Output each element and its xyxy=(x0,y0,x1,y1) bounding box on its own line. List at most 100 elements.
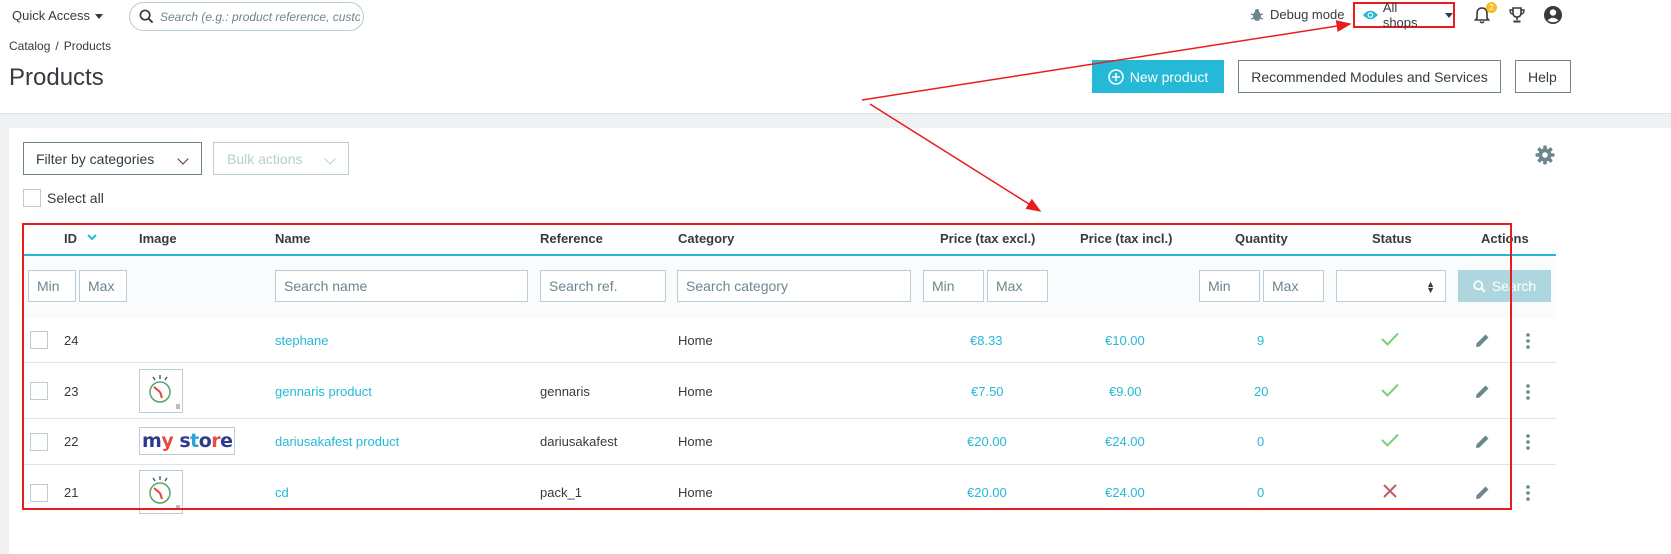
check-icon[interactable] xyxy=(1381,332,1399,346)
row-reference: gennaris xyxy=(540,384,590,399)
column-header-category[interactable]: Category xyxy=(678,231,734,246)
notification-badge: 2 xyxy=(1486,2,1497,13)
check-icon[interactable] xyxy=(1381,383,1399,397)
row-name-link[interactable]: gennaris product xyxy=(275,384,372,399)
my-store-logo-thumbnail[interactable]: my store xyxy=(139,427,235,455)
column-header-quantity[interactable]: Quantity xyxy=(1235,231,1288,246)
caret-down-icon xyxy=(95,14,104,20)
row-price-incl[interactable]: €24.00 xyxy=(1105,434,1145,449)
row-reference: pack_1 xyxy=(540,485,582,500)
check-icon[interactable] xyxy=(1381,433,1399,447)
column-header-id[interactable]: ID xyxy=(64,231,77,246)
top-bar: Quick Access Debug mode All shops 2 xyxy=(0,0,1671,33)
row-category: Home xyxy=(678,384,713,399)
cross-icon[interactable] xyxy=(1383,484,1397,498)
kebab-menu-icon[interactable] xyxy=(1526,384,1530,400)
row-price-incl[interactable]: €10.00 xyxy=(1105,333,1145,348)
column-header-actions: Actions xyxy=(1481,231,1529,246)
user-avatar-icon[interactable] xyxy=(1543,5,1563,25)
row-price-incl[interactable]: €24.00 xyxy=(1105,485,1145,500)
row-id: 24 xyxy=(64,333,79,348)
row-name-link[interactable]: cd xyxy=(275,485,289,500)
sort-desc-icon[interactable] xyxy=(87,234,97,241)
breadcrumb-products[interactable]: Products xyxy=(64,39,111,53)
row-quantity[interactable]: 9 xyxy=(1257,333,1264,348)
row-price-excl[interactable]: €20.00 xyxy=(967,485,1007,500)
status-filter-select[interactable]: ▲ ▼ xyxy=(1336,270,1446,302)
column-header-price-excl[interactable]: Price (tax excl.) xyxy=(940,231,1035,246)
pencil-icon[interactable] xyxy=(1475,434,1490,449)
help-button[interactable]: Help xyxy=(1515,60,1571,93)
row-quantity[interactable]: 0 xyxy=(1257,485,1264,500)
kebab-menu-icon[interactable] xyxy=(1526,333,1530,349)
header-search-input[interactable] xyxy=(160,7,360,27)
id-min-input[interactable] xyxy=(28,270,76,302)
row-category: Home xyxy=(678,333,713,348)
select-all[interactable]: Select all xyxy=(23,189,104,207)
column-header-status[interactable]: Status xyxy=(1372,231,1412,246)
row-category: Home xyxy=(678,485,713,500)
gear-icon[interactable] xyxy=(1535,145,1555,165)
row-price-incl[interactable]: €9.00 xyxy=(1109,384,1142,399)
search-button[interactable]: Search xyxy=(1458,270,1551,302)
bulk-actions-dropdown[interactable]: Bulk actions xyxy=(213,142,349,175)
name-search-input[interactable] xyxy=(275,270,528,302)
row-name-link[interactable]: stephane xyxy=(275,333,329,348)
column-header-name[interactable]: Name xyxy=(275,231,310,246)
row-checkbox[interactable] xyxy=(30,484,48,502)
select-all-checkbox[interactable] xyxy=(23,189,41,207)
new-product-label: New product xyxy=(1129,68,1209,85)
caret-down-icon xyxy=(1445,12,1453,18)
breadcrumb-catalog[interactable]: Catalog xyxy=(9,39,50,53)
recommended-modules-button[interactable]: Recommended Modules and Services xyxy=(1238,60,1501,93)
row-quantity[interactable]: 0 xyxy=(1257,434,1264,449)
kebab-menu-icon[interactable] xyxy=(1526,485,1530,501)
table-row: 24 stephane Home €8.33 €10.00 9 xyxy=(23,318,1556,363)
bug-icon xyxy=(1250,8,1264,21)
trophy-icon[interactable] xyxy=(1508,6,1526,24)
search-icon xyxy=(1473,279,1486,292)
quantity-min-input[interactable] xyxy=(1199,270,1260,302)
reference-search-input[interactable] xyxy=(540,270,666,302)
id-max-input[interactable] xyxy=(79,270,127,302)
row-id: 22 xyxy=(64,434,79,449)
price-max-input[interactable] xyxy=(987,270,1048,302)
column-header-reference[interactable]: Reference xyxy=(540,231,603,246)
table-row: 23 gennaris product gennaris Home €7.50 … xyxy=(23,363,1556,419)
table-row: 21 cd pack_1 Home €20.00 €24.00 0 xyxy=(23,465,1556,521)
product-thumbnail[interactable] xyxy=(139,369,183,413)
row-price-excl[interactable]: €8.33 xyxy=(970,333,1003,348)
page-title: Products xyxy=(9,64,104,91)
quick-access-menu[interactable]: Quick Access xyxy=(12,8,104,23)
shop-selector[interactable]: All shops xyxy=(1353,0,1455,30)
pencil-icon[interactable] xyxy=(1475,333,1490,348)
up-down-arrows-icon: ▲ ▼ xyxy=(1426,279,1435,295)
debug-mode[interactable]: Debug mode xyxy=(1250,7,1344,22)
row-reference: dariusakafest xyxy=(540,434,618,449)
column-header-id-label: ID xyxy=(64,231,77,246)
row-name-link[interactable]: dariusakafest product xyxy=(275,434,399,449)
chevron-down-icon xyxy=(324,153,336,165)
row-id: 21 xyxy=(64,485,79,500)
product-thumbnail[interactable] xyxy=(139,470,183,514)
header-search[interactable] xyxy=(129,2,364,31)
row-checkbox[interactable] xyxy=(30,331,48,349)
row-price-excl[interactable]: €20.00 xyxy=(967,434,1007,449)
clock-image-icon xyxy=(149,476,180,510)
chevron-down-icon xyxy=(177,153,189,165)
category-search-input[interactable] xyxy=(677,270,911,302)
row-checkbox[interactable] xyxy=(30,433,48,451)
filter-by-categories-label: Filter by categories xyxy=(36,150,155,167)
row-checkbox[interactable] xyxy=(30,382,48,400)
pencil-icon[interactable] xyxy=(1475,384,1490,399)
price-min-input[interactable] xyxy=(923,270,984,302)
new-product-button[interactable]: New product xyxy=(1092,60,1224,93)
column-header-image: Image xyxy=(139,231,177,246)
row-quantity[interactable]: 20 xyxy=(1254,384,1268,399)
breadcrumb: Catalog / Products xyxy=(9,39,111,53)
pencil-icon[interactable] xyxy=(1475,485,1490,500)
filter-by-categories-dropdown[interactable]: Filter by categories xyxy=(23,142,202,175)
quantity-max-input[interactable] xyxy=(1263,270,1324,302)
kebab-menu-icon[interactable] xyxy=(1526,434,1530,450)
row-price-excl[interactable]: €7.50 xyxy=(971,384,1004,399)
